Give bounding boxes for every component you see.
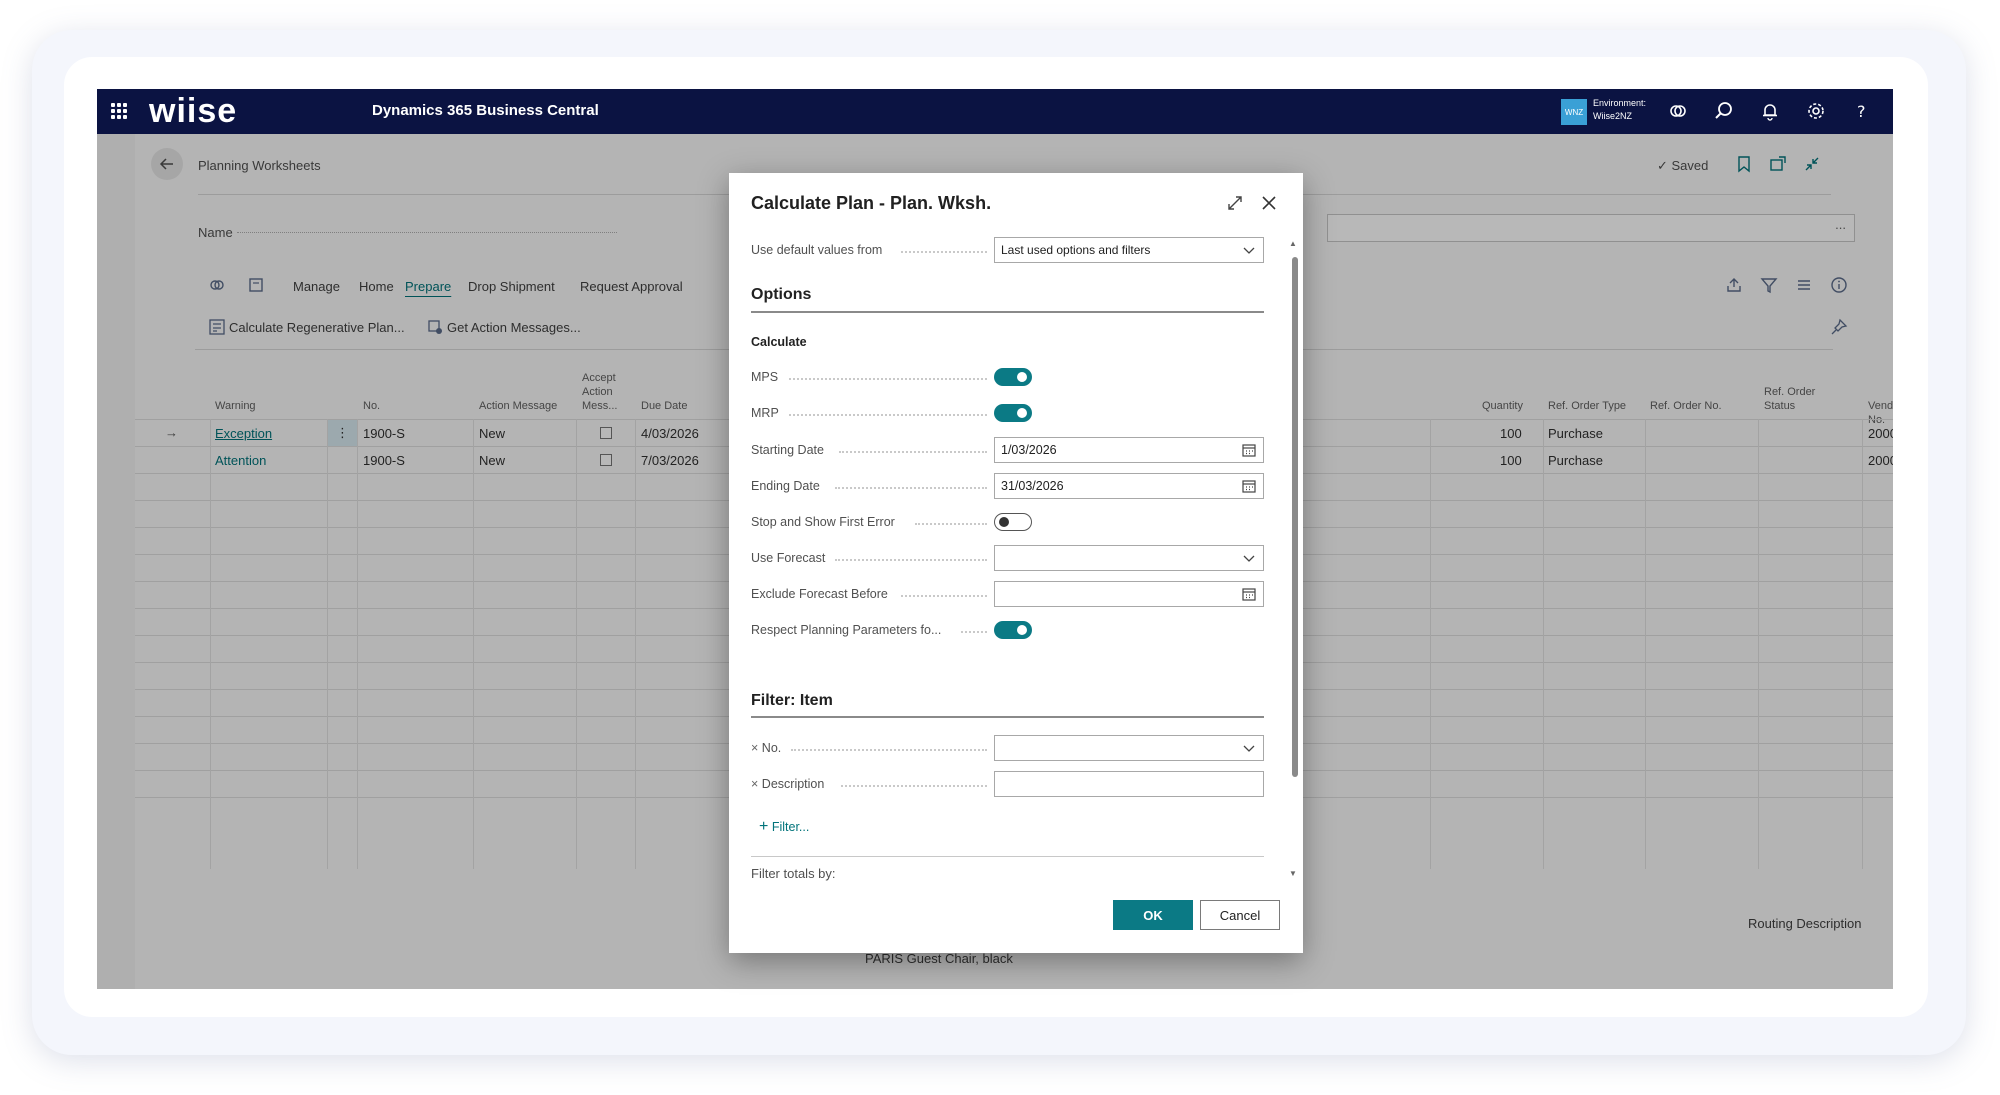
options-section-title: Options: [751, 286, 812, 303]
cancel-button[interactable]: Cancel: [1200, 900, 1280, 930]
ending-date-value: 31/03/2026: [1001, 479, 1064, 493]
environment-badge[interactable]: WNZ: [1561, 99, 1587, 125]
stop-first-error-dots: [915, 523, 987, 525]
filter-totals-rule: [751, 856, 1264, 857]
stop-first-error-label: Stop and Show First Error: [751, 515, 895, 529]
starting-date-field[interactable]: 1/03/2026: [994, 437, 1264, 463]
calculate-plan-dialog: Calculate Plan - Plan. Wksh. Use default…: [729, 173, 1303, 953]
ok-button[interactable]: OK: [1113, 900, 1193, 930]
mrp-dots: [789, 414, 987, 416]
close-icon[interactable]: [1259, 193, 1279, 213]
filter-description-label: Description: [761, 777, 825, 791]
product-name: Dynamics 365 Business Central: [372, 102, 599, 119]
filter-no-row: × No.: [751, 741, 781, 755]
mps-label: MPS: [751, 370, 779, 384]
ending-date-dots: [835, 487, 987, 489]
environment-label: Environment:: [1593, 98, 1647, 108]
remove-filter-no-icon[interactable]: ×: [751, 741, 758, 755]
use-forecast-label: Use Forecast: [751, 551, 826, 565]
starting-date-value: 1/03/2026: [1001, 443, 1057, 457]
use-default-select[interactable]: Last used options and filters: [994, 237, 1264, 263]
scroll-up-icon[interactable]: ▲: [1289, 239, 1297, 248]
filter-no-select[interactable]: [994, 735, 1264, 761]
calculate-subtitle: Calculate: [751, 335, 807, 349]
starting-date-label: Starting Date: [751, 443, 824, 457]
filter-description-row: × Description: [751, 777, 824, 791]
top-bar: wiise Dynamics 365 Business Central WNZ …: [97, 89, 1893, 134]
copilot-icon[interactable]: [1667, 100, 1689, 122]
respect-planning-label: Respect Planning Parameters fo...: [751, 623, 942, 637]
environment-info[interactable]: Environment: Wiise2NZ: [1593, 97, 1646, 123]
respect-planning-dots: [961, 631, 987, 633]
app-launcher-icon[interactable]: [111, 103, 127, 119]
scroll-down-icon[interactable]: ▼: [1289, 869, 1297, 878]
mps-dots: [789, 378, 987, 380]
search-icon[interactable]: [1713, 100, 1735, 122]
use-forecast-select[interactable]: [994, 545, 1264, 571]
filter-description-field[interactable]: [994, 771, 1264, 797]
dialog-scroll-thumb[interactable]: [1292, 257, 1298, 777]
use-forecast-dots: [835, 559, 987, 561]
use-default-value: Last used options and filters: [1001, 243, 1151, 257]
use-default-label: Use default values from: [751, 243, 883, 257]
add-filter-link[interactable]: + Filter...: [759, 818, 809, 836]
ending-date-label: Ending Date: [751, 479, 820, 493]
exclude-forecast-label: Exclude Forecast Before: [751, 587, 888, 601]
svg-text:?: ?: [1857, 102, 1866, 121]
calendar-icon[interactable]: [1241, 478, 1257, 494]
filter-item-title: Filter: Item: [751, 692, 833, 709]
exclude-forecast-field[interactable]: [994, 581, 1264, 607]
remove-filter-description-icon[interactable]: ×: [751, 777, 758, 791]
environment-name: Wiise2NZ: [1593, 111, 1633, 121]
help-icon[interactable]: ?: [1851, 100, 1873, 122]
mrp-toggle[interactable]: [994, 404, 1032, 422]
notification-bell-icon[interactable]: [1759, 100, 1781, 122]
filter-description-dots: [841, 785, 987, 787]
filter-no-dots: [791, 749, 987, 751]
use-default-dots: [901, 251, 987, 253]
mps-toggle[interactable]: [994, 368, 1032, 386]
chevron-down-icon: [1243, 745, 1255, 752]
wiise-logo: wiise: [149, 92, 238, 130]
options-rule: [751, 311, 1264, 313]
mrp-label: MRP: [751, 406, 779, 420]
dialog-title: Calculate Plan - Plan. Wksh.: [751, 193, 992, 213]
chevron-down-icon: [1243, 555, 1255, 562]
respect-planning-toggle[interactable]: [994, 621, 1032, 639]
calendar-icon[interactable]: [1241, 586, 1257, 602]
chevron-down-icon: [1243, 247, 1255, 254]
add-filter-label: Filter...: [771, 820, 810, 834]
filter-no-label: No.: [761, 741, 782, 755]
exclude-forecast-dots: [901, 595, 987, 597]
filter-totals-label: Filter totals by:: [751, 866, 836, 881]
stop-first-error-toggle[interactable]: [994, 513, 1032, 531]
calendar-icon[interactable]: [1241, 442, 1257, 458]
starting-date-dots: [839, 451, 987, 453]
expand-icon[interactable]: [1225, 193, 1245, 213]
settings-gear-icon[interactable]: [1805, 100, 1827, 122]
filter-item-rule: [751, 716, 1264, 718]
ending-date-field[interactable]: 31/03/2026: [994, 473, 1264, 499]
plus-icon: +: [759, 818, 769, 835]
